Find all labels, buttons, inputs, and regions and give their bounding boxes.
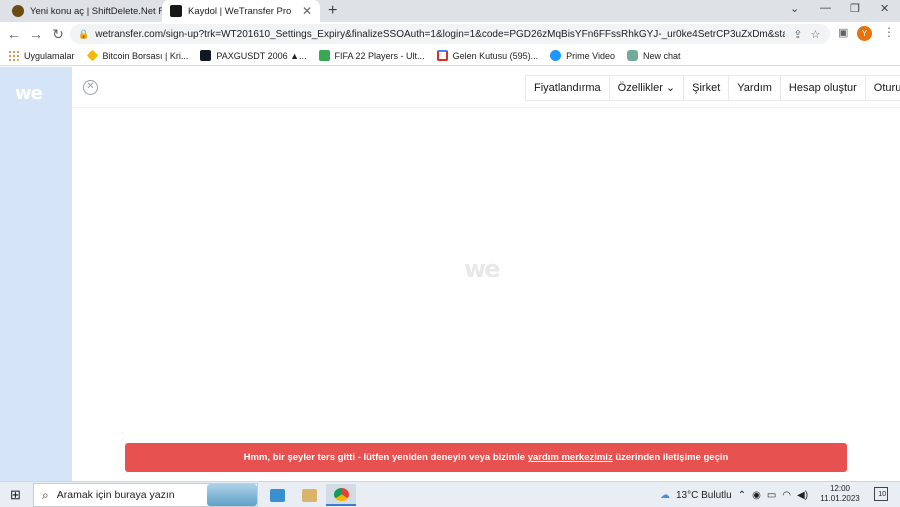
error-text: Hmm, bir şeyler ters gitti - lütfen yeni… bbox=[243, 452, 528, 463]
windows-taskbar: ⊞ ⌕ Aramak için buraya yazın ☁ 13°C Bulu… bbox=[0, 481, 900, 507]
battery-icon[interactable]: ▭ bbox=[767, 490, 776, 501]
chevron-up-icon[interactable]: ⌃ bbox=[738, 490, 746, 501]
nav-log-in[interactable]: Oturum aç bbox=[866, 76, 900, 100]
tab-wetransfer[interactable]: Kaydol | WeTransfer Pro ✕ bbox=[162, 0, 320, 22]
back-icon[interactable]: ← bbox=[3, 26, 25, 42]
wetransfer-page: we ✕ Fiyatlandırma Özellikler ⌄ Şirket Y… bbox=[0, 67, 900, 481]
wetransfer-logo[interactable]: we bbox=[15, 83, 43, 104]
error-text-end: üzerinden iletişime geçin bbox=[612, 452, 729, 463]
bookmark-chatgpt[interactable]: New chat bbox=[626, 50, 681, 61]
bookmark-apps[interactable]: Uygulamalar bbox=[8, 50, 75, 61]
apps-grid-icon bbox=[8, 50, 19, 61]
clock[interactable]: 12:00 11.01.2023 bbox=[820, 484, 860, 504]
gmail-icon bbox=[436, 50, 448, 61]
help-center-link[interactable]: yardım merkezimiz bbox=[528, 452, 613, 463]
bookmark-prime[interactable]: Prime Video bbox=[550, 50, 615, 61]
binance-icon bbox=[86, 49, 98, 62]
url-text[interactable]: wetransfer.com/sign-up?trk=WT201610_Sett… bbox=[95, 29, 785, 40]
bookmark-label: PAXGUSDT 2006 ▲... bbox=[216, 50, 307, 61]
tab-title: Kaydol | WeTransfer Pro bbox=[188, 5, 292, 17]
windows-start-icon[interactable]: ⊞ bbox=[10, 487, 21, 503]
taskbar-app-2[interactable] bbox=[294, 484, 324, 506]
shiftdelete-favicon-icon bbox=[12, 5, 24, 17]
tab-shiftdelete[interactable]: Yeni konu aç | ShiftDelete.Net Fo ✕ bbox=[4, 0, 179, 22]
side-panel-icon[interactable]: ▣ bbox=[838, 26, 848, 39]
tab-title: Yeni konu aç | ShiftDelete.Net Fo bbox=[30, 5, 170, 17]
bookmark-label: Uygulamalar bbox=[24, 50, 75, 61]
browser-toolbar: ← → ↻ 🔒 wetransfer.com/sign-up?trk=WT201… bbox=[0, 22, 900, 46]
nav-features[interactable]: Özellikler ⌄ bbox=[610, 76, 685, 100]
tab-strip: Yeni konu aç | ShiftDelete.Net Fo ✕ Kayd… bbox=[0, 0, 900, 22]
volume-icon[interactable]: ◀) bbox=[797, 490, 808, 501]
date-text: 11.01.2023 bbox=[820, 494, 860, 503]
window-close-button[interactable]: ✕ bbox=[880, 2, 889, 15]
share-icon[interactable]: ⇪ bbox=[793, 28, 802, 41]
nav-company[interactable]: Şirket bbox=[684, 76, 730, 100]
bookmark-fifa[interactable]: FIFA 22 Players - Ult... bbox=[318, 50, 425, 61]
tradingview-icon bbox=[200, 50, 212, 61]
bookmark-label: Prime Video bbox=[566, 50, 615, 61]
bookmark-tradingview[interactable]: PAXGUSDT 2006 ▲... bbox=[200, 50, 307, 61]
left-panel: we bbox=[0, 67, 72, 481]
taskbar-search[interactable]: ⌕ Aramak için buraya yazın bbox=[33, 483, 258, 507]
divider bbox=[72, 107, 900, 108]
reload-icon[interactable]: ↻ bbox=[47, 26, 69, 43]
taskbar-chrome[interactable] bbox=[326, 484, 356, 506]
bookmark-label: Gelen Kutusu (595)... bbox=[452, 50, 539, 61]
paint-icon bbox=[301, 488, 317, 502]
tab-search-icon[interactable]: ⌄ bbox=[790, 2, 799, 15]
restore-button[interactable]: ❐ bbox=[850, 2, 860, 15]
system-tray: ☁ 13°C Bulutlu ⌃ ◉ ▭ ◠ ◀) bbox=[660, 484, 814, 506]
search-highlight-image bbox=[207, 484, 257, 506]
bookmarks-bar: Uygulamalar Bitcoin Borsası | Kri... PAX… bbox=[0, 46, 900, 66]
nav-pricing[interactable]: Fiyatlandırma bbox=[526, 76, 610, 100]
bookmark-star-icon[interactable]: ☆ bbox=[810, 28, 820, 41]
prime-video-icon bbox=[550, 50, 562, 61]
chrome-icon bbox=[333, 487, 349, 501]
profile-avatar[interactable]: Y bbox=[857, 26, 872, 41]
wetransfer-favicon-icon bbox=[170, 5, 182, 17]
close-icon[interactable]: ✕ bbox=[83, 80, 98, 95]
wifi-icon[interactable]: ◠ bbox=[782, 490, 791, 501]
nav-sign-up[interactable]: Hesap oluştur bbox=[781, 76, 866, 100]
app-window-icon bbox=[269, 488, 285, 502]
tab-close-icon[interactable]: ✕ bbox=[302, 4, 312, 18]
notification-icon[interactable]: 10 bbox=[874, 487, 888, 501]
top-nav: Fiyatlandırma Özellikler ⌄ Şirket Yardım… bbox=[525, 75, 900, 101]
weather-text[interactable]: 13°C Bulutlu bbox=[676, 490, 732, 501]
bookmark-label: New chat bbox=[642, 50, 681, 61]
time-text: 12:00 bbox=[829, 484, 851, 493]
search-icon: ⌕ bbox=[42, 487, 49, 502]
bookmark-label: Bitcoin Borsası | Kri... bbox=[102, 50, 189, 61]
new-tab-button[interactable]: + bbox=[328, 2, 337, 20]
nav-help[interactable]: Yardım bbox=[729, 76, 781, 100]
lock-icon[interactable]: 🔒 bbox=[78, 29, 89, 40]
menu-icon[interactable]: ⋮ bbox=[883, 25, 895, 39]
bookmark-gmail[interactable]: Gelen Kutusu (595)... bbox=[436, 50, 539, 61]
forward-icon[interactable]: → bbox=[25, 26, 47, 42]
cloud-icon: ☁ bbox=[660, 489, 670, 501]
network-icon[interactable]: ◉ bbox=[752, 490, 761, 501]
loading-logo: we bbox=[464, 255, 500, 283]
futbin-icon bbox=[318, 50, 330, 61]
bookmark-label: FIFA 22 Players - Ult... bbox=[334, 50, 425, 61]
chatgpt-icon bbox=[626, 50, 638, 61]
address-bar[interactable]: 🔒 wetransfer.com/sign-up?trk=WT201610_Se… bbox=[70, 24, 830, 44]
error-banner: Hmm, bir şeyler ters gitti - lütfen yeni… bbox=[125, 443, 847, 472]
search-placeholder[interactable]: Aramak için buraya yazın bbox=[57, 489, 175, 501]
taskbar-app-1[interactable] bbox=[262, 484, 292, 506]
minimize-button[interactable]: — bbox=[820, 2, 831, 14]
bookmark-binance[interactable]: Bitcoin Borsası | Kri... bbox=[86, 49, 189, 62]
